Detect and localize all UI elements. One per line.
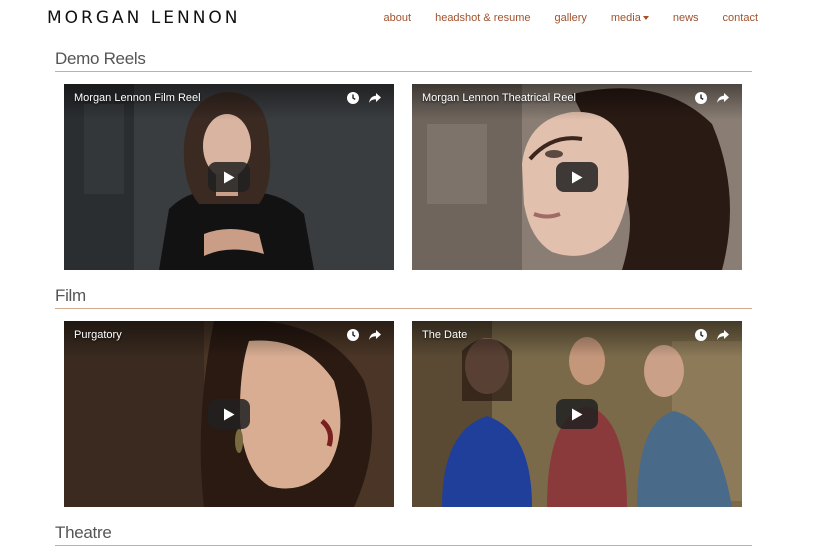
nav-news-label: news (672, 12, 699, 24)
nav-media[interactable]: media (611, 12, 649, 24)
chevron-down-icon (642, 16, 649, 20)
video-player-film-reel[interactable]: Morgan Lennon Film Reel (64, 84, 394, 270)
video-title[interactable]: The Date (422, 329, 467, 341)
section-divider (55, 545, 752, 546)
nav-headshot-resume[interactable]: headshot & resume (435, 12, 530, 24)
main-nav: about headshot & resume gallery media ne… (384, 12, 758, 24)
nav-contact-label: contact (722, 12, 758, 24)
play-button[interactable] (208, 162, 250, 192)
play-icon (572, 171, 583, 183)
video-title[interactable]: Morgan Lennon Theatrical Reel (422, 92, 576, 104)
play-icon (572, 408, 583, 420)
clock-icon[interactable] (346, 91, 360, 105)
section-divider (55, 71, 752, 72)
section-title-demo-reels: Demo Reels (55, 49, 146, 68)
clock-icon[interactable] (694, 328, 708, 342)
section-divider (55, 308, 752, 309)
share-icon[interactable] (716, 328, 730, 342)
section-title-film: Film (55, 286, 86, 305)
share-icon[interactable] (368, 91, 382, 105)
nav-headshot-label: headshot & resume (435, 12, 531, 24)
share-icon[interactable] (368, 328, 382, 342)
nav-gallery-label: gallery (554, 12, 587, 24)
share-icon[interactable] (716, 91, 730, 105)
play-button[interactable] (556, 399, 598, 429)
video-player-theatrical-reel[interactable]: Morgan Lennon Theatrical Reel (412, 84, 742, 270)
video-title[interactable]: Morgan Lennon Film Reel (74, 92, 201, 104)
nav-media-label: media (610, 12, 641, 24)
play-icon (224, 408, 235, 420)
video-player-the-date[interactable]: The Date (412, 321, 742, 507)
play-button[interactable] (208, 399, 250, 429)
nav-contact[interactable]: contact (723, 12, 758, 24)
nav-news[interactable]: news (673, 12, 699, 24)
nav-gallery[interactable]: gallery (554, 12, 586, 24)
section-title-theatre: Theatre (55, 523, 112, 542)
play-icon (224, 171, 235, 183)
nav-about-label: about (383, 12, 412, 24)
clock-icon[interactable] (346, 328, 360, 342)
video-title[interactable]: Purgatory (74, 329, 122, 341)
clock-icon[interactable] (694, 91, 708, 105)
play-button[interactable] (556, 162, 598, 192)
video-player-purgatory[interactable]: Purgatory (64, 321, 394, 507)
site-logo[interactable]: MORGAN LENNON (47, 8, 241, 28)
nav-about[interactable]: about (384, 12, 412, 24)
